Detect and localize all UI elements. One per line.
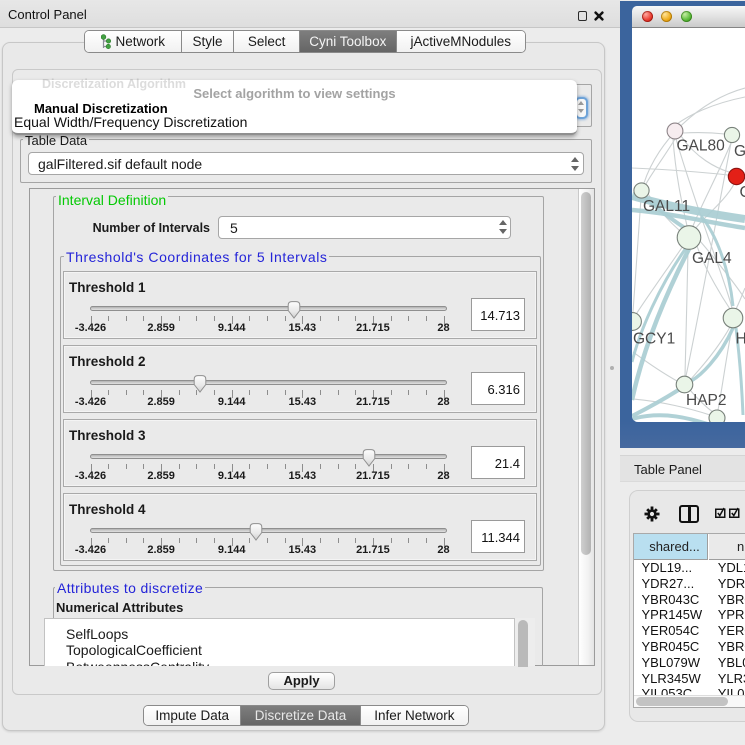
svg-text:GAL80: GAL80: [677, 138, 726, 155]
svg-text:GAL4: GAL4: [692, 250, 732, 267]
svg-text:C: C: [740, 184, 745, 201]
svg-text:HAP2: HAP2: [686, 392, 727, 409]
svg-text:GCY1: GCY1: [633, 331, 675, 348]
svg-text:GA: GA: [734, 143, 745, 160]
svg-text:GAL11: GAL11: [643, 198, 690, 215]
svg-text:H: H: [736, 331, 745, 348]
